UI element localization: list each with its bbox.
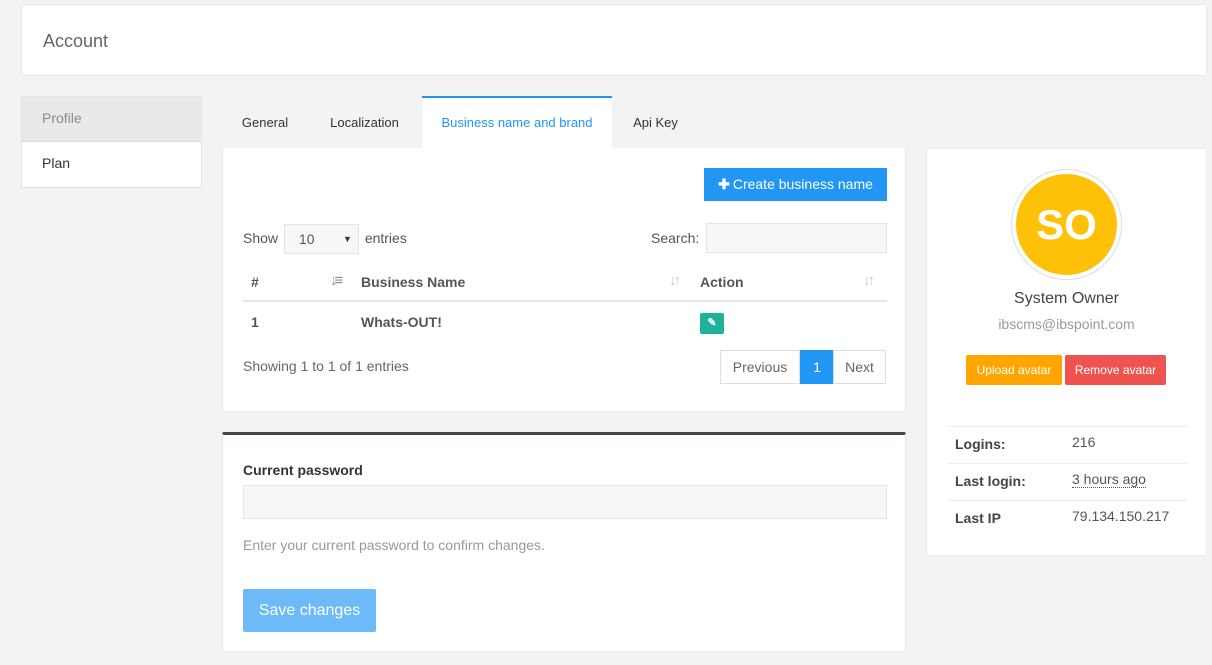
page-header: Account (21, 4, 1207, 76)
current-password-label: Current password (243, 462, 363, 478)
sidebar: Profile Plan (21, 96, 202, 188)
password-card: Current password Enter your current pass… (222, 432, 906, 652)
table-row: 1 Whats-OUT! ✎ (243, 302, 887, 342)
table-header: # ↓≡ Business Name ↓↑ Action ↓↑ (243, 263, 887, 302)
pagination: Previous 1 Next (720, 350, 886, 384)
profile-stats: Logins: 216 Last login: 3 hours ago Last… (948, 426, 1187, 537)
tab-business-name-and-brand[interactable]: Business name and brand (422, 96, 612, 148)
tab-api-key[interactable]: Api Key (612, 96, 699, 148)
sort-asc-icon[interactable]: ↓≡ (330, 272, 343, 289)
page-title: Account (43, 31, 109, 51)
column-header-action[interactable]: Action (700, 274, 744, 290)
page-length-value: 10 (298, 231, 315, 248)
stat-value: 79.134.150.217 (1072, 508, 1170, 524)
profile-card: SO System Owner ibscms@ibspoint.com Uplo… (926, 148, 1207, 556)
plus-icon: ✚ (718, 176, 730, 192)
edit-icon[interactable]: ✎ (700, 313, 724, 334)
save-changes-button[interactable]: Save changes (243, 589, 376, 632)
column-header-business-name[interactable]: Business Name (361, 274, 465, 290)
create-business-name-label: Create business name (732, 176, 873, 192)
sidebar-item-plan[interactable]: Plan (22, 142, 201, 187)
pagination-previous[interactable]: Previous (720, 350, 800, 384)
page-length-select[interactable]: 10 ▼ (283, 224, 359, 255)
stat-value: 3 hours ago (1072, 471, 1146, 488)
tab-localization[interactable]: Localization (308, 96, 421, 148)
search-input[interactable] (706, 223, 887, 253)
profile-name: System Owner (1014, 290, 1119, 307)
row-number: 1 (251, 314, 259, 330)
stat-label: Last login: (955, 473, 1026, 489)
stat-label: Last IP (955, 510, 1001, 526)
row-business-name: Whats-OUT! (361, 314, 442, 330)
stat-value: 216 (1072, 434, 1096, 450)
sidebar-item-profile[interactable]: Profile (22, 97, 201, 142)
sort-icon[interactable]: ↓↑ (669, 272, 681, 289)
stat-row: Last IP 79.134.150.217 (948, 500, 1187, 537)
create-business-name-button[interactable]: ✚ Create business name (704, 168, 887, 201)
current-password-help: Enter your current password to confirm c… (243, 537, 545, 553)
page-length-control: Show 10 ▼ entries (243, 223, 407, 255)
column-header-number[interactable]: # (251, 274, 259, 290)
search-label: Search: (651, 230, 700, 246)
chevron-down-icon: ▼ (343, 234, 352, 245)
sort-icon[interactable]: ↓↑ (863, 272, 875, 289)
stat-row: Logins: 216 (948, 426, 1187, 463)
pagination-next[interactable]: Next (833, 350, 886, 384)
business-name-card: ✚ Create business name Show 10 ▼ entries S… (222, 148, 906, 412)
current-password-input[interactable] (243, 485, 887, 519)
avatar-initials: SO (1016, 174, 1117, 275)
upload-avatar-button[interactable]: Upload avatar (966, 355, 1062, 385)
pagination-page-1[interactable]: 1 (800, 350, 834, 384)
business-table: # ↓≡ Business Name ↓↑ Action ↓↑ 1 Whats-… (243, 263, 887, 342)
table-info: Showing 1 to 1 of 1 entries (243, 358, 409, 374)
tab-general[interactable]: General (222, 96, 308, 148)
profile-email: ibscms@ibspoint.com (998, 316, 1135, 332)
stat-row: Last login: 3 hours ago (948, 463, 1187, 500)
entries-label: entries (364, 230, 407, 246)
remove-avatar-button[interactable]: Remove avatar (1065, 355, 1166, 385)
avatar: SO (1011, 169, 1122, 280)
show-label: Show (243, 230, 279, 246)
stat-label: Logins: (955, 436, 1006, 452)
